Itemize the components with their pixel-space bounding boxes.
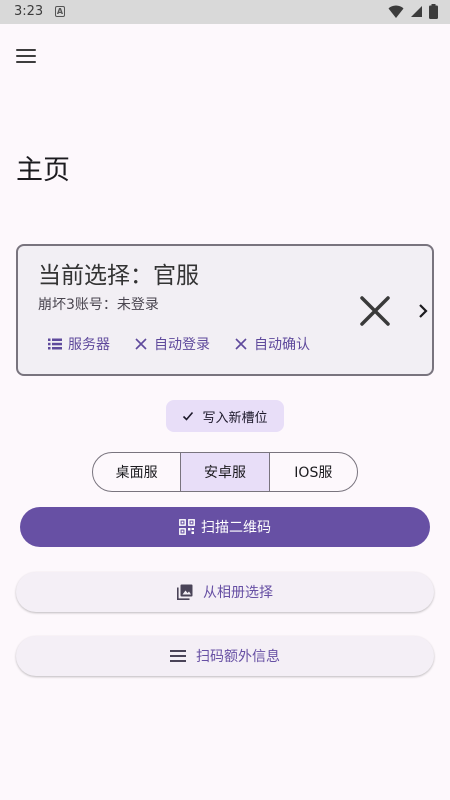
page-title: 主页: [16, 155, 70, 186]
write-new-slot-chip[interactable]: 写入新槽位: [166, 400, 284, 432]
card-actions: 服务器 自动登录 自动确认: [48, 334, 310, 354]
status-bar: 3:23 A: [0, 0, 450, 24]
segment-ios[interactable]: IOS服: [270, 453, 357, 491]
account-status: 崩坏3账号：未登录: [38, 297, 159, 313]
qr-code-icon: [179, 519, 195, 535]
chip-label: 写入新槽位: [202, 410, 268, 426]
chevron-right-icon[interactable]: [416, 302, 430, 320]
auto-login-label: 自动登录: [154, 337, 210, 353]
auto-confirm-label: 自动确认: [254, 337, 310, 353]
segment-desktop[interactable]: 桌面服: [93, 453, 182, 491]
auto-confirm-button[interactable]: 自动确认: [234, 334, 310, 354]
scan-qr-label: 扫描二维码: [201, 520, 271, 536]
select-from-album-button[interactable]: 从相册选择: [16, 572, 434, 612]
card-title: 当前选择：官服: [38, 263, 199, 289]
server-button[interactable]: 服务器: [48, 334, 110, 354]
scan-qr-button[interactable]: 扫描二维码: [20, 507, 430, 547]
status-icons: [388, 4, 438, 19]
list-icon: [48, 338, 62, 350]
scan-extra-info-button[interactable]: 扫码额外信息: [16, 636, 434, 676]
extra-info-label: 扫码额外信息: [196, 649, 280, 665]
wifi-icon: [388, 5, 404, 18]
server-type-segmented: 桌面服 安卓服 IOS服: [92, 452, 358, 492]
menu-icon[interactable]: [16, 44, 40, 68]
check-icon: [183, 411, 194, 421]
album-label: 从相册选择: [203, 585, 273, 601]
close-icon: [135, 338, 147, 350]
signal-icon: [411, 6, 422, 17]
close-icon: [235, 338, 247, 350]
notification-a-icon: A: [55, 6, 65, 17]
server-label: 服务器: [68, 337, 110, 353]
segment-android[interactable]: 安卓服: [181, 453, 270, 491]
auto-login-button[interactable]: 自动登录: [134, 334, 210, 354]
close-icon[interactable]: [358, 294, 392, 328]
photo-library-icon: [177, 584, 193, 600]
status-time: 3:23: [14, 4, 44, 19]
battery-icon: [429, 4, 438, 19]
menu-lines-icon: [170, 650, 186, 662]
current-selection-card[interactable]: 当前选择：官服 崩坏3账号：未登录 服务器 自动登录 自动确认: [16, 244, 434, 376]
